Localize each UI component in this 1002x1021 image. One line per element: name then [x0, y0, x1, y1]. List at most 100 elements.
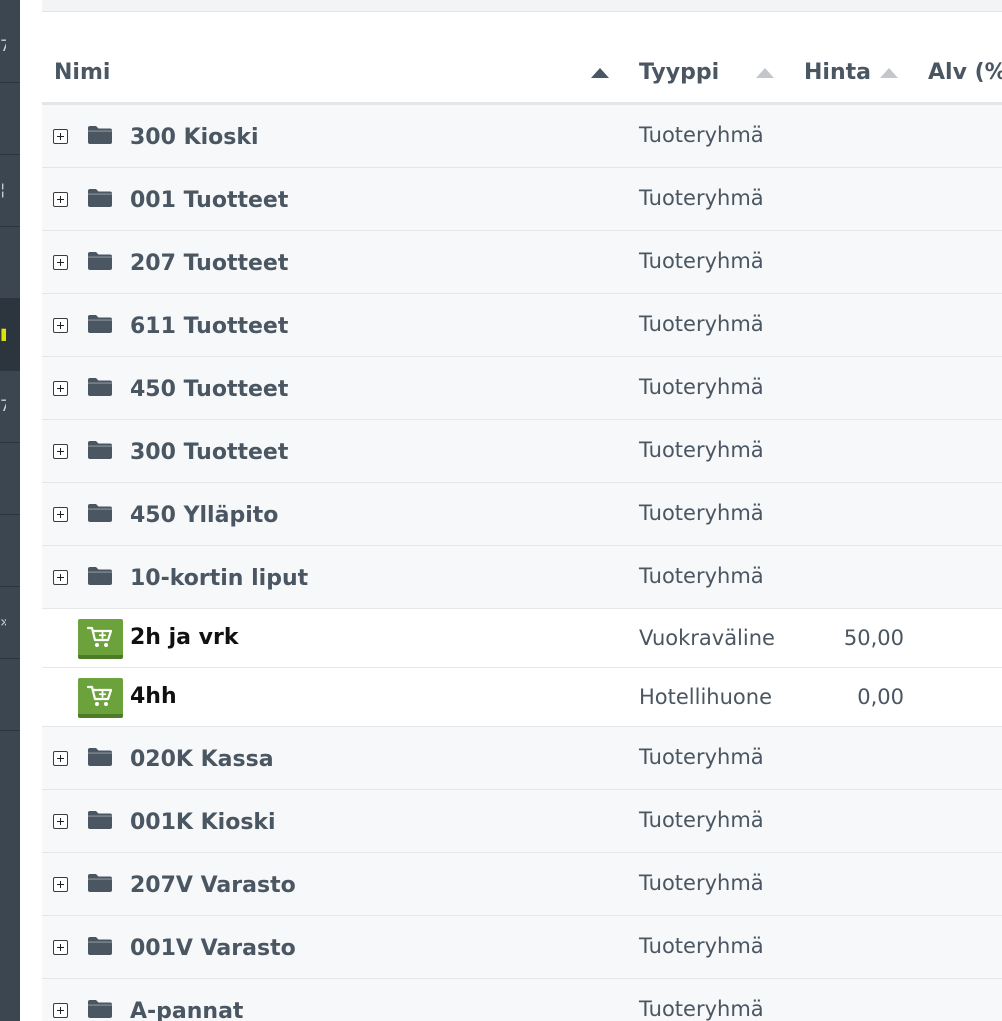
product-group-row[interactable]: 207V Varasto Tuoteryhmä — [42, 853, 1002, 916]
left-sidebar: 7 ¦ ■ 7 » — [0, 0, 20, 1021]
folder-icon — [87, 251, 113, 271]
sidebar-nav-item[interactable] — [0, 82, 20, 155]
product-group-row[interactable]: 450 Tuotteet Tuoteryhmä — [42, 357, 1002, 420]
row-type: Tuoteryhmä — [639, 997, 764, 1021]
sidebar-nav-item[interactable]: ¦ — [0, 154, 20, 227]
table-header: Nimi Tyyppi Hinta Alv (% — [42, 44, 1002, 105]
row-name[interactable]: 2h ja vrk — [130, 609, 239, 667]
folder-icon — [87, 188, 113, 208]
product-list-page: 7 ¦ ■ 7 » Nimi Tyyppi Hinta Alv (% 300 Kiosk… — [0, 0, 1002, 1021]
product-row[interactable]: 2h ja vrk Vuokraväline 50,00 — [42, 609, 1002, 668]
product-group-row[interactable]: 001 Tuotteet Tuoteryhmä — [42, 168, 1002, 231]
sidebar-nav-item[interactable]: 7 — [0, 10, 20, 83]
expand-plus-icon[interactable] — [53, 877, 68, 892]
sidebar-nav-item[interactable] — [0, 514, 20, 587]
row-name[interactable]: A-pannat — [130, 979, 243, 1021]
folder-icon — [87, 377, 113, 397]
row-name[interactable]: 001V Varasto — [130, 916, 296, 978]
column-header-vat[interactable]: Alv (% — [928, 44, 1002, 102]
row-price: 50,00 — [843, 626, 904, 650]
row-type: Hotellihuone — [639, 685, 772, 709]
row-name[interactable]: 450 Ylläpito — [130, 483, 278, 545]
row-type: Tuoteryhmä — [639, 871, 764, 895]
row-type: Tuoteryhmä — [639, 312, 764, 336]
product-group-row[interactable]: 300 Tuotteet Tuoteryhmä — [42, 420, 1002, 483]
product-group-row[interactable]: 10-kortin liput Tuoteryhmä — [42, 546, 1002, 609]
sort-arrow-icon[interactable] — [756, 68, 774, 78]
row-type: Tuoteryhmä — [639, 249, 764, 273]
product-row[interactable]: 4hh Hotellihuone 0,00 — [42, 668, 1002, 727]
row-type: Tuoteryhmä — [639, 501, 764, 525]
sort-arrow-icon[interactable] — [880, 68, 898, 78]
row-name[interactable]: 001 Tuotteet — [130, 168, 288, 230]
row-type: Tuoteryhmä — [639, 808, 764, 832]
row-name[interactable]: 300 Tuotteet — [130, 420, 288, 482]
expand-plus-icon[interactable] — [53, 940, 68, 955]
row-name[interactable]: 300 Kioski — [130, 105, 259, 167]
expand-plus-icon[interactable] — [53, 751, 68, 766]
row-name[interactable]: 4hh — [130, 668, 177, 726]
expand-plus-icon[interactable] — [53, 507, 68, 522]
sidebar-nav-item[interactable] — [0, 226, 20, 299]
folder-icon — [87, 125, 113, 145]
row-type: Tuoteryhmä — [639, 123, 764, 147]
row-name[interactable]: 207 Tuotteet — [130, 231, 288, 293]
row-name[interactable]: 020K Kassa — [130, 727, 274, 789]
row-type: Tuoteryhmä — [639, 186, 764, 210]
product-group-row[interactable]: 450 Ylläpito Tuoteryhmä — [42, 483, 1002, 546]
sidebar-nav-item[interactable] — [0, 442, 20, 515]
product-group-row[interactable]: 001K Kioski Tuoteryhmä — [42, 790, 1002, 853]
row-type: Tuoteryhmä — [639, 375, 764, 399]
expand-plus-icon[interactable] — [53, 570, 68, 585]
sidebar-nav-icon: » — [0, 612, 6, 632]
row-name[interactable]: 001K Kioski — [130, 790, 276, 852]
sort-arrow-icon[interactable] — [591, 68, 609, 78]
expand-plus-icon[interactable] — [53, 129, 68, 144]
folder-icon — [87, 314, 113, 334]
sidebar-nav-item[interactable]: ■ — [0, 298, 20, 371]
folder-icon — [87, 503, 113, 523]
row-name[interactable]: 207V Varasto — [130, 853, 296, 915]
row-type: Vuokraväline — [639, 626, 775, 650]
top-toolbar — [42, 0, 1002, 12]
expand-plus-icon[interactable] — [53, 192, 68, 207]
row-name[interactable]: 10-kortin liput — [130, 546, 308, 608]
expand-plus-icon[interactable] — [53, 255, 68, 270]
expand-plus-icon[interactable] — [53, 444, 68, 459]
row-type: Tuoteryhmä — [639, 564, 764, 588]
folder-icon — [87, 566, 113, 586]
row-type: Tuoteryhmä — [639, 745, 764, 769]
sidebar-nav-icon: 7 — [0, 396, 6, 415]
product-group-row[interactable]: A-pannat Tuoteryhmä — [42, 979, 1002, 1021]
expand-plus-icon[interactable] — [53, 381, 68, 396]
product-group-row[interactable]: 001V Varasto Tuoteryhmä — [42, 916, 1002, 979]
column-header-name[interactable]: Nimi — [54, 44, 110, 102]
expand-plus-icon[interactable] — [53, 814, 68, 829]
expand-plus-icon[interactable] — [53, 1003, 68, 1018]
sidebar-nav-item[interactable]: 7 — [0, 370, 20, 443]
product-table-body: 300 Kioski Tuoteryhmä 001 Tuotteet Tuoteryh… — [42, 105, 1002, 1021]
row-price: 0,00 — [857, 685, 904, 709]
add-to-cart-icon[interactable] — [78, 678, 123, 718]
folder-icon — [87, 999, 113, 1019]
row-name[interactable]: 450 Tuotteet — [130, 357, 288, 419]
folder-icon — [87, 440, 113, 460]
add-to-cart-icon[interactable] — [78, 619, 123, 659]
product-group-row[interactable]: 207 Tuotteet Tuoteryhmä — [42, 231, 1002, 294]
folder-icon — [87, 747, 113, 767]
sidebar-gap — [20, 0, 42, 1021]
sidebar-nav-item[interactable]: » — [0, 586, 20, 659]
product-group-row[interactable]: 611 Tuotteet Tuoteryhmä — [42, 294, 1002, 357]
row-type: Tuoteryhmä — [639, 438, 764, 462]
column-header-type[interactable]: Tyyppi — [639, 44, 719, 102]
row-name[interactable]: 611 Tuotteet — [130, 294, 288, 356]
product-group-row[interactable]: 300 Kioski Tuoteryhmä — [42, 105, 1002, 168]
expand-plus-icon[interactable] — [53, 318, 68, 333]
sidebar-nav-icon: ■ — [0, 324, 6, 344]
sidebar-nav-icon: ¦ — [0, 180, 6, 199]
folder-icon — [87, 873, 113, 893]
column-header-price[interactable]: Hinta — [804, 44, 871, 102]
product-group-row[interactable]: 020K Kassa Tuoteryhmä — [42, 727, 1002, 790]
sidebar-nav-item[interactable] — [0, 658, 20, 731]
folder-icon — [87, 810, 113, 830]
